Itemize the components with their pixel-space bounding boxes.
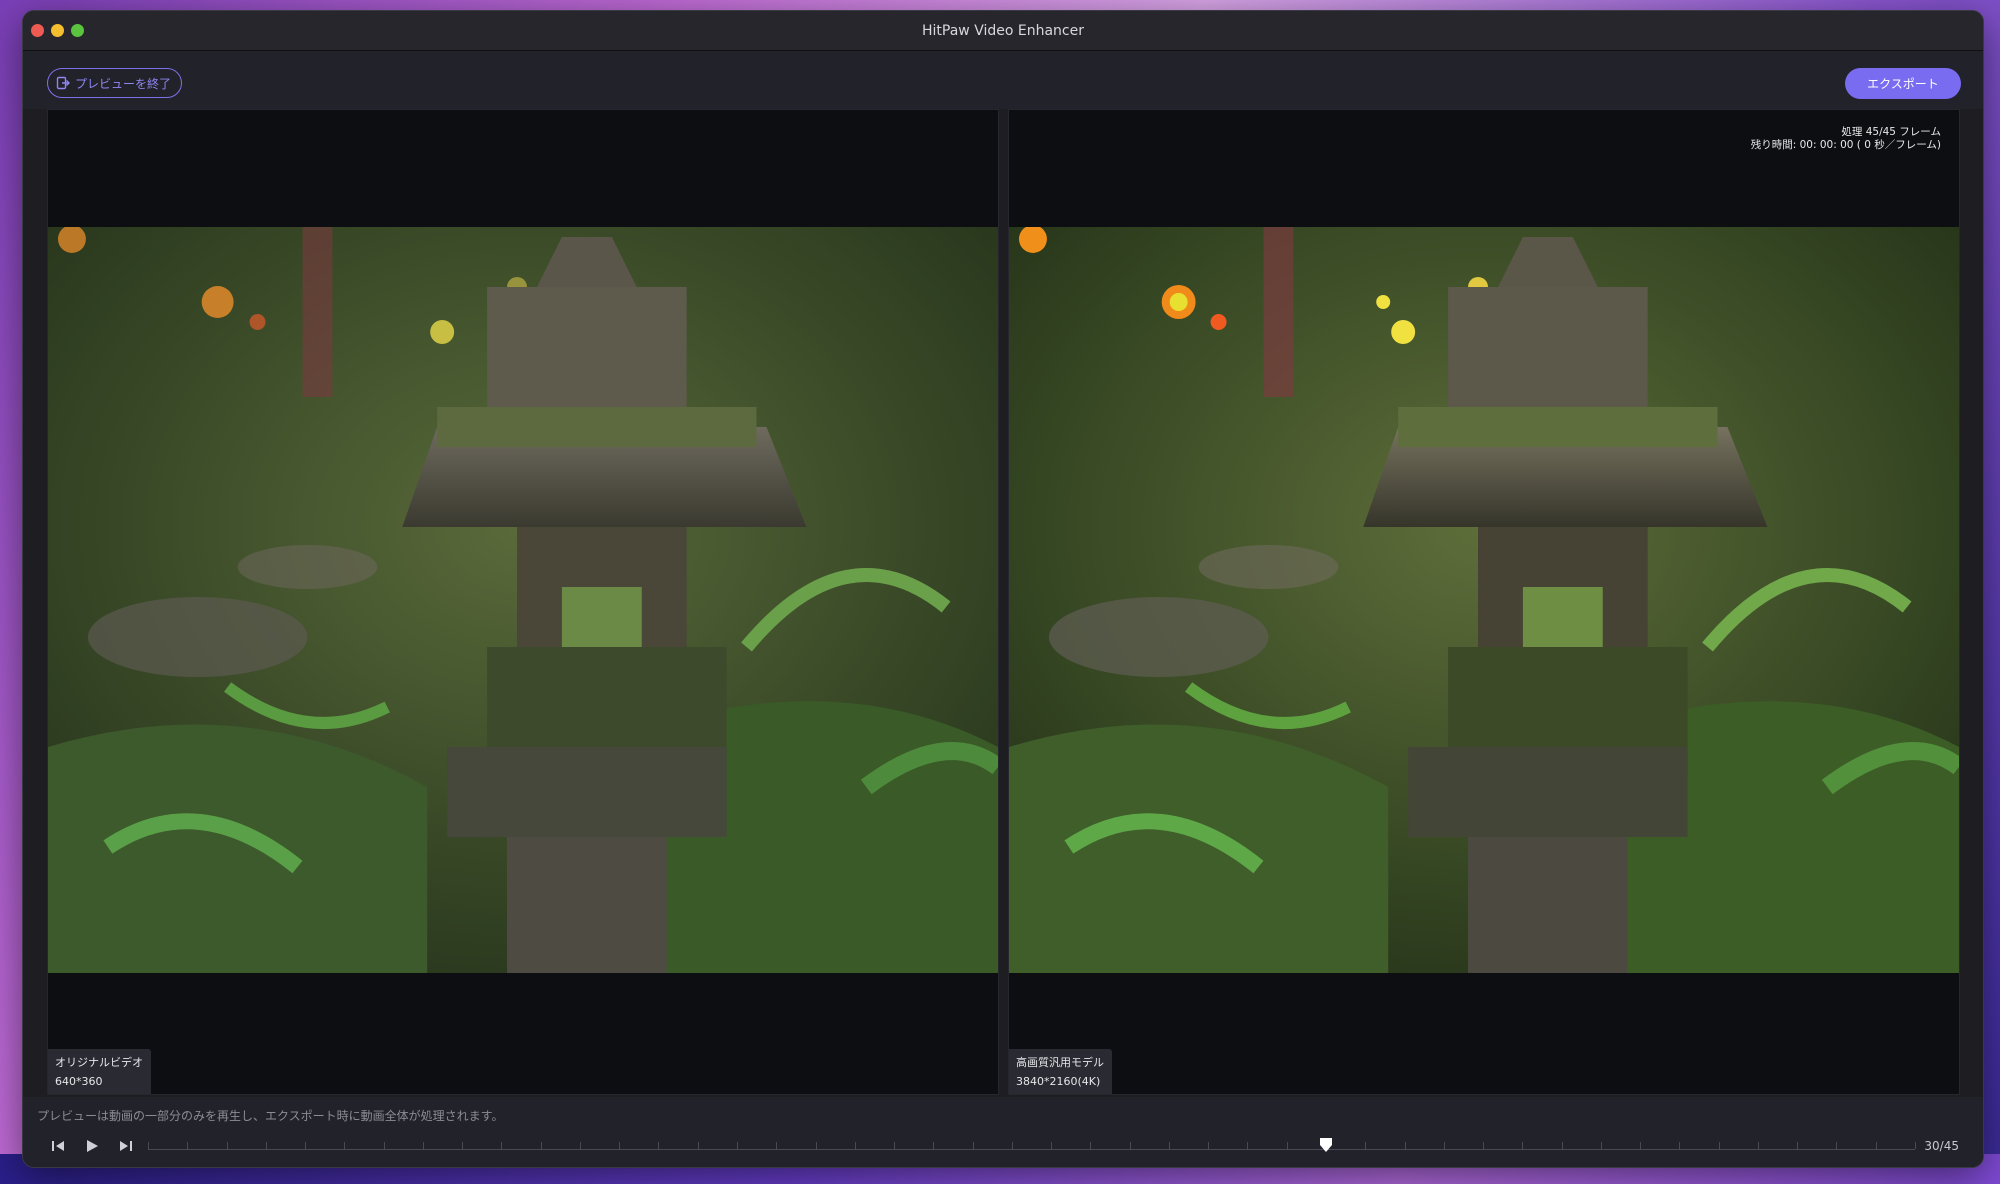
exit-preview-label: プレビューを終了 bbox=[75, 76, 172, 91]
play-button[interactable] bbox=[81, 1135, 103, 1157]
preview-notice: プレビューは動画の一部分のみを再生し、エクスポート時に動画全体が処理されます。 bbox=[37, 1109, 504, 1123]
timeline-tick bbox=[894, 1142, 896, 1149]
previous-frame-icon bbox=[52, 1141, 64, 1151]
timeline-tick bbox=[776, 1142, 778, 1149]
timeline-tick bbox=[540, 1142, 542, 1149]
app-window: HitPaw Video Enhancer プレビューを終了 エクスポート オリ… bbox=[22, 10, 1984, 1168]
processing-frames: 処理 45/45 フレーム bbox=[1841, 126, 1941, 138]
timeline-tick bbox=[1286, 1142, 1288, 1149]
enhanced-label-text: 高画質汎用モデル bbox=[1016, 1056, 1104, 1069]
timeline-tick bbox=[1483, 1142, 1485, 1149]
window-title: HitPaw Video Enhancer bbox=[922, 23, 1084, 39]
timeline-scrubber[interactable] bbox=[148, 1137, 1916, 1155]
timeline-tick bbox=[1051, 1142, 1053, 1149]
timeline-tick bbox=[226, 1142, 228, 1149]
timeline-tick bbox=[1168, 1142, 1170, 1149]
enhanced-video-panel: 処理 45/45 フレーム 残り時間: 00: 00: 00 ( 0 秒／フレー… bbox=[1008, 109, 1960, 1095]
timeline-tick bbox=[501, 1142, 503, 1149]
timeline-tick bbox=[187, 1142, 189, 1149]
next-frame-icon bbox=[120, 1141, 132, 1151]
timeline-tick bbox=[1208, 1142, 1210, 1149]
frame-counter: 30/45 bbox=[1924, 1139, 1959, 1153]
previous-frame-button[interactable] bbox=[47, 1135, 69, 1157]
title-bar: HitPaw Video Enhancer bbox=[23, 11, 1983, 51]
timeline-tick bbox=[1247, 1142, 1249, 1149]
timeline-tick bbox=[1836, 1142, 1838, 1149]
remaining-time: 残り時間: 00: 00: 00 ( 0 秒／フレーム) bbox=[1750, 139, 1941, 151]
timeline-tick bbox=[658, 1142, 660, 1149]
timeline-tick bbox=[1679, 1142, 1681, 1149]
timeline-tick bbox=[697, 1142, 699, 1149]
timeline-tick bbox=[579, 1142, 581, 1149]
timeline-tick bbox=[1090, 1142, 1092, 1149]
timeline-tick bbox=[815, 1142, 817, 1149]
timeline-tick bbox=[1640, 1142, 1642, 1149]
original-video-label: オリジナルビデオ 640*360 bbox=[48, 1049, 151, 1094]
playback-bar: プレビューは動画の一部分のみを再生し、エクスポート時に動画全体が処理されます。 bbox=[23, 1097, 1983, 1167]
toolbar: プレビューを終了 エクスポート bbox=[23, 51, 1983, 109]
timeline-tick bbox=[972, 1142, 974, 1149]
timeline-tick bbox=[265, 1142, 267, 1149]
playhead-icon[interactable] bbox=[1319, 1137, 1333, 1153]
play-icon bbox=[87, 1140, 98, 1152]
timeline-tick bbox=[619, 1142, 621, 1149]
timeline-tick bbox=[1797, 1142, 1799, 1149]
timeline-tick bbox=[736, 1142, 738, 1149]
exit-preview-icon bbox=[56, 76, 70, 90]
timeline-tick bbox=[1757, 1142, 1759, 1149]
processing-status: 処理 45/45 フレーム 残り時間: 00: 00: 00 ( 0 秒／フレー… bbox=[1751, 126, 1941, 152]
export-button[interactable]: エクスポート bbox=[1845, 68, 1961, 99]
timeline-tick bbox=[933, 1142, 935, 1149]
timeline-tick bbox=[1443, 1142, 1445, 1149]
timeline-tick bbox=[148, 1142, 149, 1149]
timeline-tick bbox=[1365, 1142, 1367, 1149]
timeline-tick bbox=[462, 1142, 464, 1149]
next-frame-button[interactable] bbox=[115, 1135, 137, 1157]
exit-preview-button[interactable]: プレビューを終了 bbox=[47, 68, 183, 98]
timeline-tick bbox=[422, 1142, 424, 1149]
enhanced-video-frame bbox=[1009, 227, 1959, 973]
original-video-panel: オリジナルビデオ 640*360 bbox=[47, 109, 999, 1095]
timeline-tick bbox=[305, 1142, 307, 1149]
timeline-track bbox=[148, 1149, 1915, 1150]
enhanced-resolution: 3840*2160(4K) bbox=[1016, 1075, 1101, 1088]
timeline-tick bbox=[1522, 1142, 1524, 1149]
timeline-tick bbox=[383, 1142, 385, 1149]
timeline-tick bbox=[854, 1142, 856, 1149]
original-resolution: 640*360 bbox=[55, 1075, 103, 1088]
timeline-tick bbox=[1600, 1142, 1602, 1149]
enhanced-video-label: 高画質汎用モデル 3840*2160(4K) bbox=[1009, 1049, 1112, 1094]
original-label-text: オリジナルビデオ bbox=[55, 1056, 143, 1069]
original-video-frame bbox=[48, 227, 998, 973]
timeline-tick bbox=[1915, 1142, 1916, 1149]
timeline-tick bbox=[1561, 1142, 1563, 1149]
timeline-tick bbox=[1404, 1142, 1406, 1149]
timeline-tick bbox=[1718, 1142, 1720, 1149]
timeline-tick bbox=[344, 1142, 346, 1149]
timeline-tick bbox=[1011, 1142, 1013, 1149]
timeline-tick bbox=[1129, 1142, 1131, 1149]
timeline-tick bbox=[1875, 1142, 1877, 1149]
